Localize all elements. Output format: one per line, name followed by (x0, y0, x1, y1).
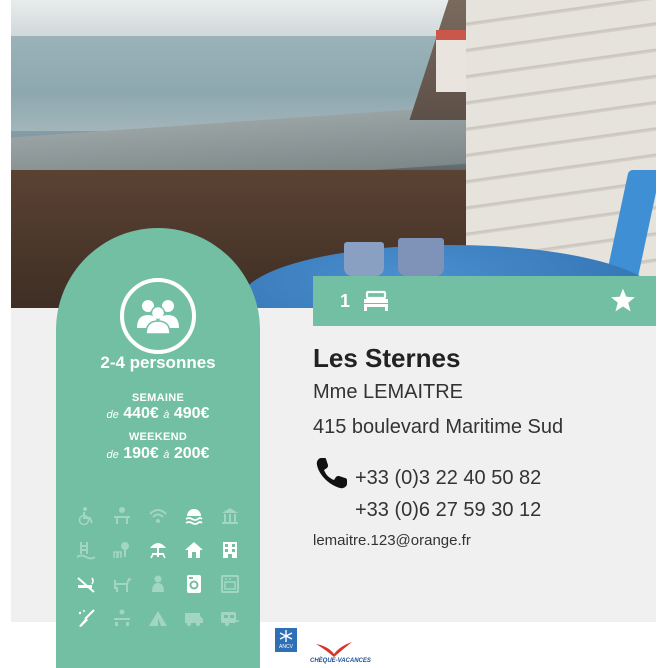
capacity-price-panel: 2-4 personnes SEMAINE de 440€ à 490€ WEE… (56, 228, 260, 668)
week-to-word: à (163, 409, 170, 421)
parasol-table-icon (140, 540, 176, 560)
bed-icon (364, 290, 388, 311)
camper-icon (176, 608, 212, 628)
weekend-price: de 190€ à 200€ (56, 445, 260, 463)
cheque-vacances-logo: CHÈQUE-VACANCES (310, 640, 400, 668)
pool-icon (68, 540, 104, 560)
week-label: SEMAINE (131, 392, 185, 404)
no-smoking-icon (68, 574, 104, 594)
phone-mobile[interactable]: +33 (0)6 27 59 30 12 (355, 499, 541, 522)
pets-icon (104, 574, 140, 594)
listing-header-bar: 1 (313, 276, 656, 326)
weekend-from-word: de (106, 449, 119, 461)
cheque-vacances-text: CHÈQUE-VACANCES (310, 658, 371, 664)
photo-mug (344, 242, 384, 276)
room-count: 1 (340, 291, 351, 311)
terrace-icon (104, 506, 140, 526)
ancv-logo: ANCV (275, 628, 297, 652)
meeting-room-icon (104, 608, 140, 628)
washing-machine-icon (176, 574, 212, 594)
baby-icon (140, 574, 176, 594)
week-price: de 440€ à 490€ (56, 405, 260, 423)
phone-icon (316, 458, 347, 489)
weekend-to-word: à (163, 449, 170, 461)
sea-view-icon (176, 506, 212, 526)
monument-icon (212, 506, 248, 526)
ancv-caption: ANCV (279, 644, 293, 650)
caravan-icon (212, 608, 248, 628)
amenities-grid (68, 506, 248, 628)
week-from-word: de (106, 409, 119, 421)
week-min-price: 440€ (123, 405, 159, 422)
garden-icon (104, 540, 140, 560)
email-link[interactable]: lemaitre.123@orange.fr (313, 532, 471, 549)
oven-icon (212, 574, 248, 594)
capacity-label: 2-4 personnes (100, 353, 216, 372)
weekend-label: WEEKEND (128, 431, 188, 443)
address: 415 boulevard Maritime Sud (313, 416, 564, 438)
listing-name: Les Sternes (313, 343, 461, 373)
owner-name: Mme LEMAITRE (313, 381, 464, 403)
building-icon (212, 540, 248, 560)
weekend-max-price: 200€ (173, 445, 210, 462)
house-icon (176, 540, 212, 560)
cleaning-icon (68, 608, 104, 628)
week-max-price: 490€ (173, 405, 210, 422)
snowflake-icon (279, 630, 293, 642)
tent-icon (140, 608, 176, 628)
photo-distant-house (436, 30, 470, 92)
wheelchair-icon (68, 506, 104, 526)
people-icon (120, 278, 196, 354)
wifi-icon (140, 506, 176, 526)
star-icon (611, 288, 635, 312)
photo-mug (398, 238, 444, 276)
phone-landline[interactable]: +33 (0)3 22 40 50 82 (355, 467, 541, 490)
bird-icon (316, 642, 352, 657)
weekend-min-price: 190€ (123, 445, 159, 462)
